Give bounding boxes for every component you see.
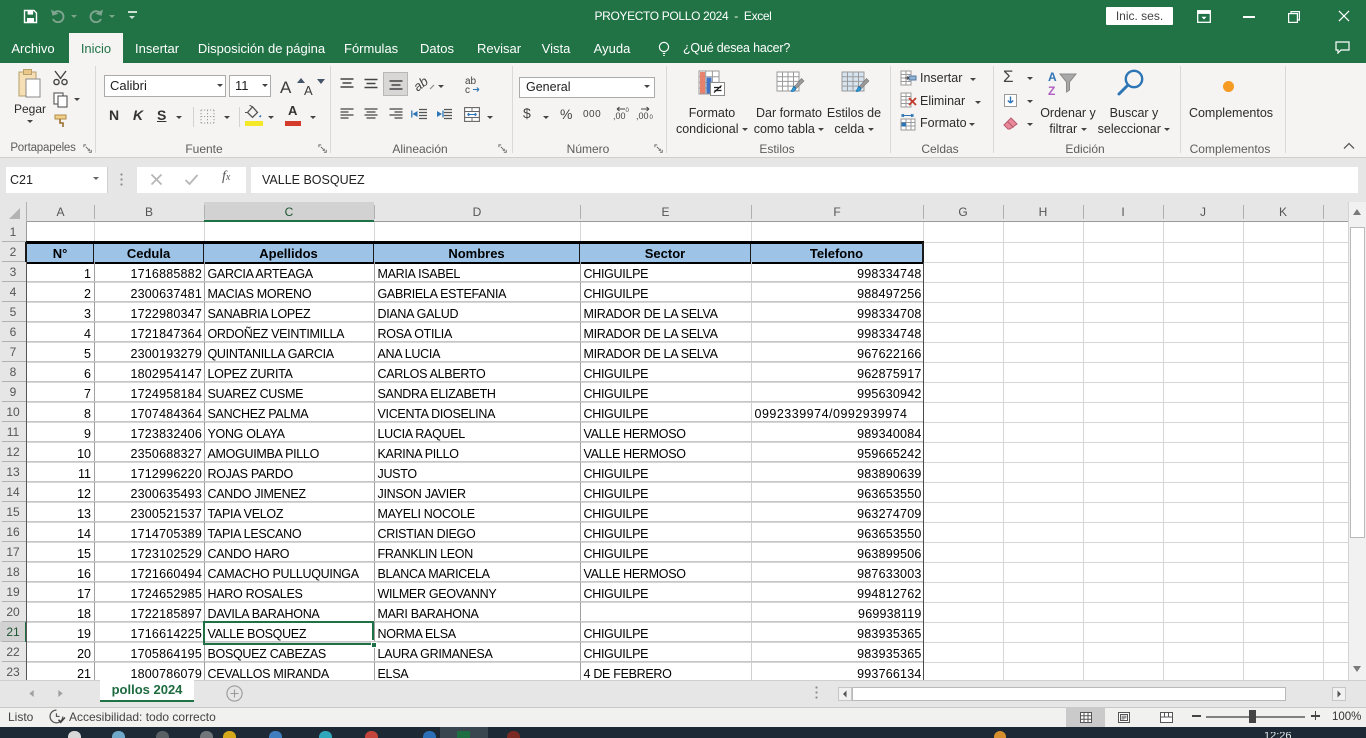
svg-text:,00: ,00	[636, 111, 649, 121]
svg-text:c: c	[465, 85, 470, 93]
svg-text:0: 0	[626, 108, 630, 114]
svg-text:,00: ,00	[613, 111, 626, 121]
svg-text:ab: ab	[415, 76, 431, 92]
svg-text:A: A	[1048, 70, 1057, 84]
svg-text:Z: Z	[1048, 84, 1055, 98]
